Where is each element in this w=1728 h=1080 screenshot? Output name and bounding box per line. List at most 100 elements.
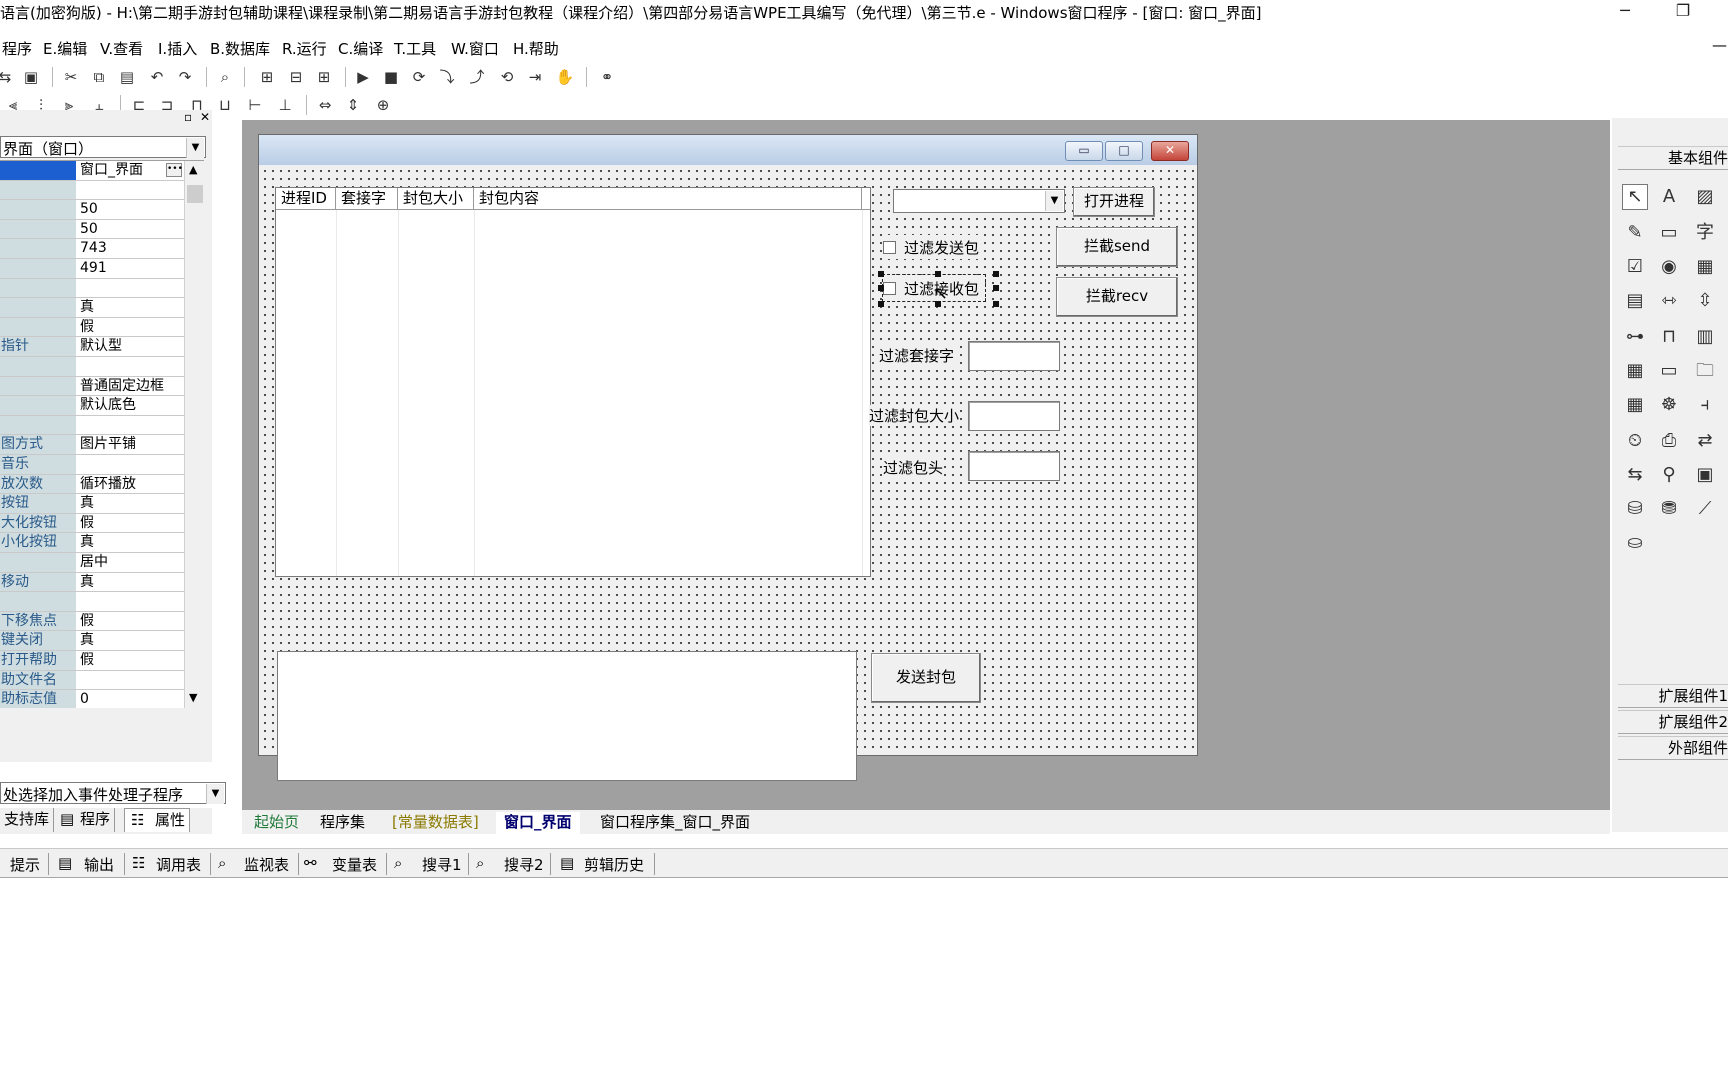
scroll-v-icon[interactable]: ⇳ <box>1692 288 1718 314</box>
object-selector[interactable]: 界面（窗口） ▼ <box>0 136 206 158</box>
status-bar-icon[interactable]: ▭ <box>1656 358 1682 384</box>
selection-handle[interactable] <box>993 271 999 277</box>
animation-icon[interactable]: ☸ <box>1656 392 1682 418</box>
open-process-button[interactable]: 打开进程 <box>1073 187 1155 217</box>
property-scrollbar[interactable]: ▲ ▼ <box>184 161 204 708</box>
scroll-up-icon[interactable]: ▲ <box>189 163 197 176</box>
property-row[interactable]: 助标志值 0 <box>0 690 184 708</box>
maximize-button[interactable]: ❐ <box>1660 0 1706 24</box>
run-icon[interactable]: ▶ <box>352 66 374 88</box>
binoculars-icon[interactable]: ⚭ <box>596 66 618 88</box>
group-box-icon[interactable]: ▭ <box>1656 220 1682 246</box>
tab-program[interactable]: ▤ 程序 <box>54 808 116 832</box>
slider-icon[interactable]: ⊶ <box>1622 324 1648 350</box>
property-row[interactable] <box>0 278 184 299</box>
property-row[interactable]: 大化按钮假 <box>0 513 184 534</box>
save-icon[interactable]: ▣ <box>20 66 42 88</box>
server-icon[interactable]: ⚲ <box>1656 462 1682 488</box>
layout-grid-icon[interactable]: ⊞ <box>313 66 335 88</box>
cut-icon[interactable]: ✂ <box>60 66 82 88</box>
center-horizontal-icon[interactable]: ⇔ <box>314 94 336 116</box>
menu-database[interactable]: B.数据库 <box>210 38 270 59</box>
copy-icon[interactable]: ⧉ <box>88 66 110 88</box>
scroll-thumb[interactable] <box>187 185 203 203</box>
column-packet-size[interactable]: 封包大小 <box>398 188 474 210</box>
external-components-header[interactable]: 外部组件 <box>1618 736 1728 760</box>
ellipsis-icon[interactable]: ••• <box>166 163 183 177</box>
radio-icon[interactable]: ◉ <box>1656 254 1682 280</box>
variable-tab[interactable]: 变量表 <box>332 854 377 875</box>
step-out-icon[interactable]: ⟲ <box>496 66 518 88</box>
selection-handle[interactable] <box>878 301 884 307</box>
menu-tools[interactable]: T.工具 <box>394 38 436 59</box>
tab-program-set[interactable]: 程序集 <box>312 812 373 834</box>
output-tab[interactable]: 输出 <box>84 854 114 875</box>
chart-icon[interactable]: ⟋ <box>1692 496 1718 522</box>
send-packet-textbox[interactable] <box>277 651 857 781</box>
panel-close-icon[interactable]: ✕ <box>200 110 210 124</box>
property-row[interactable]: 放次数 循环播放 <box>0 474 184 495</box>
property-row[interactable]: 音乐 <box>0 455 184 475</box>
form-maximize-icon[interactable]: □ <box>1105 141 1143 161</box>
search1-tab[interactable]: 搜寻1 <box>422 854 462 875</box>
tab-start-page[interactable]: 起始页 <box>246 812 307 834</box>
packet-list[interactable]: 进程ID 套接字 封包大小 封包内容 <box>275 187 871 577</box>
tab-window-program-set[interactable]: 窗口程序集_窗口_界面 <box>592 812 758 834</box>
selection-handle[interactable] <box>878 271 884 277</box>
property-row[interactable]: 助文件名 <box>0 670 184 691</box>
checkbox-icon[interactable]: ☑ <box>1622 254 1648 280</box>
step-into-icon[interactable]: ⤵ <box>436 66 458 88</box>
menu-help[interactable]: H.帮助 <box>513 38 559 59</box>
selection-handle[interactable] <box>993 301 999 307</box>
center-vertical-icon[interactable]: ⇕ <box>342 94 364 116</box>
hint-tab[interactable]: 提示 <box>10 854 40 875</box>
picture-box-icon[interactable]: ▨ <box>1692 184 1718 210</box>
extension-components-1-header[interactable]: 扩展组件1 <box>1618 684 1728 708</box>
chevron-down-icon[interactable]: ▼ <box>1045 191 1063 211</box>
selection-handle[interactable] <box>878 285 884 291</box>
pointer-icon[interactable]: ↖ <box>1622 184 1648 210</box>
minimize-button[interactable]: ─ <box>1602 0 1648 24</box>
property-row[interactable]: 真 <box>0 298 184 318</box>
property-row[interactable]: 指针 默认型 <box>0 337 184 357</box>
panel-float-icon[interactable]: ▫ <box>184 110 192 124</box>
folder-icon[interactable]: 🗀 <box>1692 358 1718 384</box>
table-icon[interactable]: ▦ <box>1622 392 1648 418</box>
filter-header-input[interactable] <box>968 451 1060 481</box>
property-row[interactable] <box>0 415 184 436</box>
menu-run[interactable]: R.运行 <box>282 38 327 59</box>
open-icon[interactable]: ⇆ <box>0 66 16 88</box>
menu-window[interactable]: W.窗口 <box>451 38 499 59</box>
property-row[interactable]: 移动真 <box>0 572 184 593</box>
selection-handle[interactable] <box>935 271 941 277</box>
property-row[interactable]: 491 <box>0 259 184 279</box>
property-row[interactable]: 居中 <box>0 553 184 573</box>
property-row[interactable]: 默认底色 <box>0 396 184 416</box>
calendar-icon[interactable]: ▦ <box>1622 358 1648 384</box>
progress-icon[interactable]: ▥ <box>1692 324 1718 350</box>
form-minimize-icon[interactable]: ▭ <box>1065 141 1103 161</box>
property-row[interactable]: 图方式 图片平铺 <box>0 435 184 455</box>
find-icon[interactable]: ⌕ <box>214 66 236 88</box>
property-row[interactable]: 50 <box>0 219 184 240</box>
property-row[interactable]: 小化按钮真 <box>0 533 184 553</box>
window-icon[interactable]: ▣ <box>1692 462 1718 488</box>
process-combobox[interactable]: ▼ <box>893 189 1065 213</box>
property-row[interactable]: 键关闭真 <box>0 631 184 651</box>
menu-compile[interactable]: C.编译 <box>338 38 383 59</box>
checkbox-box[interactable] <box>883 281 896 295</box>
hand-icon[interactable]: ✋ <box>554 66 576 88</box>
search2-tab[interactable]: 搜寻2 <box>504 854 544 875</box>
property-row[interactable]: 窗口_界面 ••• <box>0 161 184 181</box>
odbc-icon[interactable]: ⛀ <box>1622 530 1648 556</box>
scroll-down-icon[interactable]: ▼ <box>189 691 197 704</box>
data-source-icon[interactable]: ⛃ <box>1656 496 1682 522</box>
printer-icon[interactable]: ⎙ <box>1656 428 1682 454</box>
form-window[interactable]: ▭ □ ✕ 进程ID 套接字 封包大小 封包内容 ▼ 打开进程 过滤发送包 拦截… <box>258 134 1198 781</box>
chevron-down-icon[interactable]: ▼ <box>206 784 224 804</box>
client-icon[interactable]: ⇆ <box>1622 462 1648 488</box>
step-icon[interactable]: ⟳ <box>408 66 430 88</box>
network-icon[interactable]: ⇄ <box>1692 428 1718 454</box>
layout-left-icon[interactable]: ⊞ <box>256 66 278 88</box>
property-row[interactable]: 普通固定边框 <box>0 376 184 397</box>
